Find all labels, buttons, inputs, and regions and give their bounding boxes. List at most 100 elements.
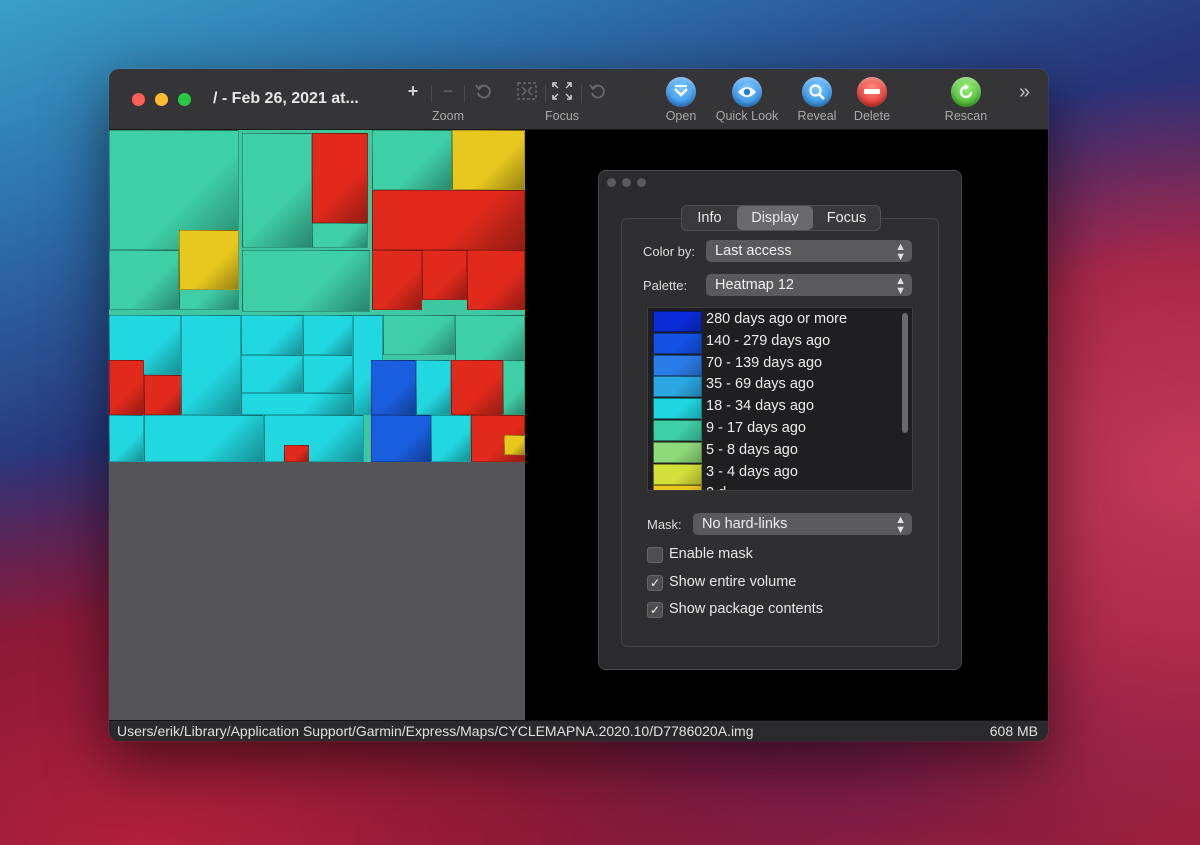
status-size: 608 MB [989,723,1038,739]
treemap-tile[interactable] [504,435,525,455]
toolbar-overflow-icon[interactable]: » [1019,81,1030,104]
toolbar-separator [545,85,546,103]
treemap-tile[interactable] [241,393,353,415]
treemap-tile[interactable] [181,315,241,415]
legend-scrollbar[interactable] [902,313,908,433]
delete-button-label[interactable]: Delete [854,109,890,123]
legend-row: 18 - 34 days ago [648,397,898,420]
zoom-out-icon[interactable]: − [443,81,454,101]
palette-label: Palette: [643,278,688,293]
zoom-reset-icon[interactable] [474,81,494,105]
treemap-tile[interactable] [372,190,525,250]
color-by-label: Color by: [643,244,696,259]
treemap-tile[interactable] [241,355,303,393]
legend-label: 140 - 279 days ago [706,332,831,349]
mask-select[interactable]: No hard-links ▲ ▼ [693,513,912,536]
legend-row: 140 - 279 days ago [648,332,898,354]
legend-label: 18 - 34 days ago [706,398,815,415]
reveal-button-label[interactable]: Reveal [798,109,837,123]
treemap-tile[interactable] [303,355,353,393]
enable-mask-label: Enable mask [669,546,753,562]
treemap-canvas[interactable] [109,130,525,462]
treemap-tile[interactable] [467,250,525,310]
treemap-tile[interactable] [242,250,370,312]
treemap-tile[interactable] [144,415,264,462]
color-by-value: Last access [715,243,792,259]
palette-select[interactable]: Heatmap 12 ▲ ▼ [706,274,912,297]
tab-display[interactable]: Display [737,206,813,230]
treemap-tile[interactable] [264,415,364,462]
tab-focus[interactable]: Focus [813,206,880,230]
treemap-tile[interactable] [144,375,184,415]
treemap-tile[interactable] [416,360,451,415]
zoom-label: Zoom [432,109,464,123]
quick-look-icon[interactable] [732,77,762,107]
treemap-tile[interactable] [109,415,144,462]
treemap-tile[interactable] [372,250,422,310]
treemap-tile[interactable] [303,315,353,355]
status-bar: Users/erik/Library/Application Support/G… [109,720,1048,741]
legend-swatch [653,354,702,376]
chevron-updown-icon: ▲ ▼ [895,241,906,263]
palette-legend-list[interactable]: 280 days ago or more 140 - 279 days ago 70… [647,307,913,491]
open-icon[interactable] [666,77,696,107]
mask-value: No hard-links [702,516,788,532]
treemap-tile[interactable] [371,415,431,462]
treemap-tile[interactable] [431,415,471,462]
palette-value: Heatmap 12 [715,277,794,293]
treemap-view[interactable] [109,130,525,720]
legend-row: 5 - 8 days ago [648,441,898,463]
mask-label: Mask: [647,517,682,532]
legend-swatch [653,441,702,463]
rescan-icon[interactable] [951,77,981,107]
legend-label: 280 days ago or more [706,311,848,327]
close-window-button[interactable] [132,93,145,106]
open-button-label[interactable]: Open [666,109,697,123]
legend-label: 35 - 69 days ago [706,376,815,393]
toolbar-separator [431,85,432,103]
focus-out-icon[interactable] [551,81,573,105]
treemap-tile[interactable] [242,133,312,248]
rescan-button-label[interactable]: Rescan [945,109,987,123]
legend-swatch [653,311,702,332]
treemap-tile[interactable] [179,230,239,290]
chevron-updown-icon: ▲ ▼ [895,275,906,297]
panel-minimize-button[interactable] [622,178,631,187]
color-by-select[interactable]: Last access ▲ ▼ [706,240,912,263]
treemap-tile[interactable] [371,360,416,415]
delete-icon[interactable] [857,77,887,107]
toolbar-separator [581,85,582,103]
treemap-tile[interactable] [372,130,452,190]
treemap-tile[interactable] [312,133,368,223]
treemap-tile[interactable] [284,445,309,462]
minimize-window-button[interactable] [155,93,168,106]
legend-label: 9 - 17 days ago [706,420,806,436]
show-entire-volume-checkbox[interactable]: ✓ [647,575,663,591]
treemap-tile[interactable] [503,360,525,415]
panel-zoom-button[interactable] [637,178,646,187]
zoom-window-button[interactable] [178,93,191,106]
zoom-in-icon[interactable]: + [408,81,419,101]
show-package-contents-checkbox[interactable]: ✓ [647,602,663,618]
quick-look-button-label[interactable]: Quick Look [716,109,779,123]
panel-close-button[interactable] [607,178,616,187]
title-bar: / - Feb 26, 2021 at... + − Zoom Focus Op… [109,69,1048,130]
treemap-tile[interactable] [455,315,525,365]
treemap-tile[interactable] [422,250,467,300]
legend-swatch [653,398,702,420]
enable-mask-checkbox[interactable] [647,547,663,563]
reveal-icon[interactable] [802,77,832,107]
focus-in-icon[interactable] [516,81,538,105]
tab-info[interactable]: Info [682,206,737,230]
treemap-tile[interactable] [383,315,455,355]
treemap-tile[interactable] [109,360,144,415]
legend-label: 70 - 139 days ago [706,354,823,371]
focus-reset-icon[interactable] [588,81,608,105]
legend-row: 70 - 139 days ago [648,354,898,376]
treemap-tile[interactable] [241,315,303,355]
treemap-tile[interactable] [109,250,179,310]
treemap-tile[interactable] [452,130,525,190]
legend-swatch [653,420,702,441]
treemap-tile[interactable] [451,360,503,415]
treemap-tile[interactable] [312,223,368,248]
